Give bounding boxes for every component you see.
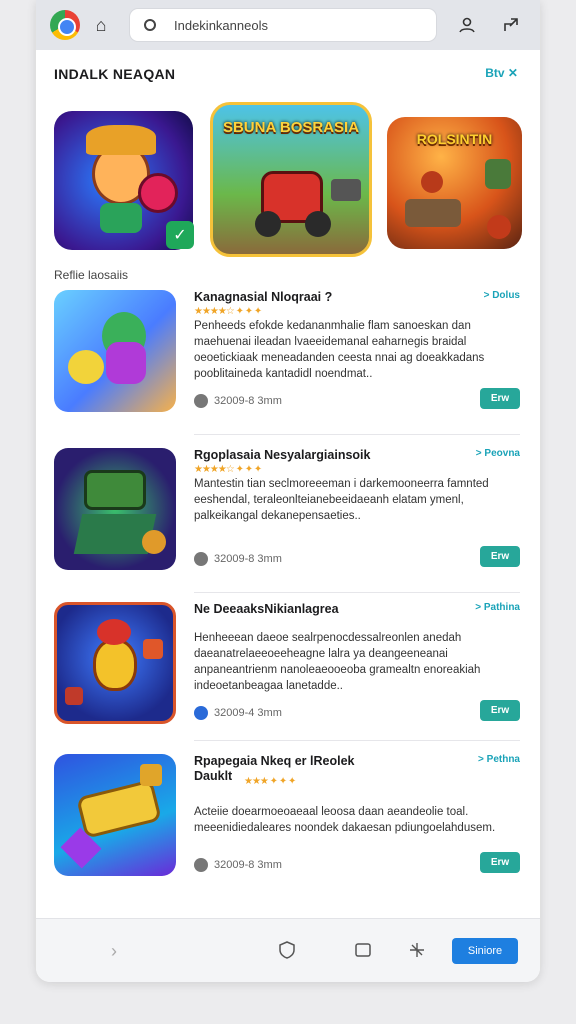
app-meta: 32009-8 3mm bbox=[194, 394, 282, 408]
subheading: Reflie laosaiis bbox=[54, 268, 129, 282]
see-all-link[interactable]: Btv ✕ bbox=[485, 66, 518, 80]
search-icon bbox=[144, 19, 156, 31]
featured-card-2[interactable]: SBUNA BOSRASIA bbox=[210, 102, 372, 257]
featured-card-3[interactable]: ROLSINTIN bbox=[387, 117, 522, 249]
featured-title: ROLSINTIN bbox=[416, 131, 493, 147]
list-item[interactable]: Kanagnasial Nloqraai ? ★★★★☆ ✦ ✦ ✦ > Dol… bbox=[54, 290, 520, 418]
profile-icon[interactable] bbox=[456, 14, 478, 36]
browser-logo-icon[interactable] bbox=[50, 10, 80, 40]
get-button[interactable]: Erw bbox=[480, 852, 520, 873]
app-description: Henheeean daeoe sealrpenocdessalreonlen … bbox=[194, 632, 481, 692]
divider bbox=[194, 740, 520, 741]
browser-toolbar: ⌂ bbox=[36, 0, 540, 50]
get-button[interactable]: Erw bbox=[480, 700, 520, 721]
clock-icon bbox=[194, 706, 208, 720]
clock-icon bbox=[194, 552, 208, 566]
search-input[interactable] bbox=[174, 17, 414, 33]
app-description: Penheeds efokde kedananmhalie flam sanoe… bbox=[194, 320, 485, 380]
list-item[interactable]: Rpapegaia Nkeq er lReolek Dauklt ★★★ ✦ ✦… bbox=[54, 754, 520, 882]
app-tag[interactable]: > Pethna bbox=[478, 754, 520, 765]
app-rating: ★★★★☆ ✦ ✦ ✦ bbox=[194, 306, 262, 317]
section-title: INDALK NEAQAN bbox=[54, 66, 176, 82]
clock-icon bbox=[194, 858, 208, 872]
chevron-right-icon[interactable]: › bbox=[106, 939, 122, 963]
app-meta: 32009-4 3mm bbox=[194, 706, 282, 720]
app-meta: 32009-8 3mm bbox=[194, 858, 282, 872]
app-name: Ne DeeaaksNikianlagrea bbox=[194, 602, 339, 616]
app-meta: 32009-8 3mm bbox=[194, 552, 282, 566]
phone-frame: ⌂ INDALK NEAQAN Btv ✕ ✓ SBUNA BOSRASIA R… bbox=[36, 0, 540, 982]
app-rating: ★★★ ✦ ✦ ✦ bbox=[244, 776, 296, 787]
app-name: Kanagnasial Nloqraai ? bbox=[194, 290, 333, 304]
featured-title: SBUNA BOSRASIA bbox=[222, 119, 360, 136]
app-tag[interactable]: > Dolus bbox=[484, 290, 520, 301]
get-button[interactable]: Erw bbox=[480, 388, 520, 409]
app-tag[interactable]: > Peovna bbox=[476, 448, 520, 459]
app-thumbnail bbox=[54, 448, 176, 570]
divider bbox=[194, 592, 520, 593]
home-icon[interactable]: ⌂ bbox=[90, 15, 112, 35]
divider bbox=[194, 434, 520, 435]
shield-icon[interactable] bbox=[276, 939, 298, 961]
app-rating: ★★★★☆ ✦ ✦ ✦ bbox=[194, 464, 262, 475]
app-thumbnail bbox=[54, 754, 176, 876]
share-icon[interactable] bbox=[500, 14, 522, 36]
search-bar[interactable] bbox=[130, 9, 436, 41]
primary-button[interactable]: Siniore bbox=[452, 938, 518, 964]
sparkle-icon[interactable] bbox=[406, 939, 428, 961]
tabs-icon[interactable] bbox=[352, 939, 374, 961]
app-description: Acteiie doearmoeoaeaal leoosa daan aeand… bbox=[194, 806, 496, 834]
app-thumbnail bbox=[54, 290, 176, 412]
app-tag[interactable]: > Pathina bbox=[475, 602, 520, 613]
app-description: Mantestin tian seclmoreeeman i darkemoon… bbox=[194, 478, 489, 522]
list-item[interactable]: Ne DeeaaksNikianlagrea > Pathina Henheee… bbox=[54, 602, 520, 730]
app-name: Rgoplasaia Nesyalargiainsoik bbox=[194, 448, 371, 462]
verified-check-icon: ✓ bbox=[166, 221, 194, 249]
get-button[interactable]: Erw bbox=[480, 546, 520, 567]
list-item[interactable]: Rgoplasaia Nesyalargiainsoik ★★★★☆ ✦ ✦ ✦… bbox=[54, 448, 520, 576]
clock-icon bbox=[194, 394, 208, 408]
app-thumbnail bbox=[54, 602, 176, 724]
